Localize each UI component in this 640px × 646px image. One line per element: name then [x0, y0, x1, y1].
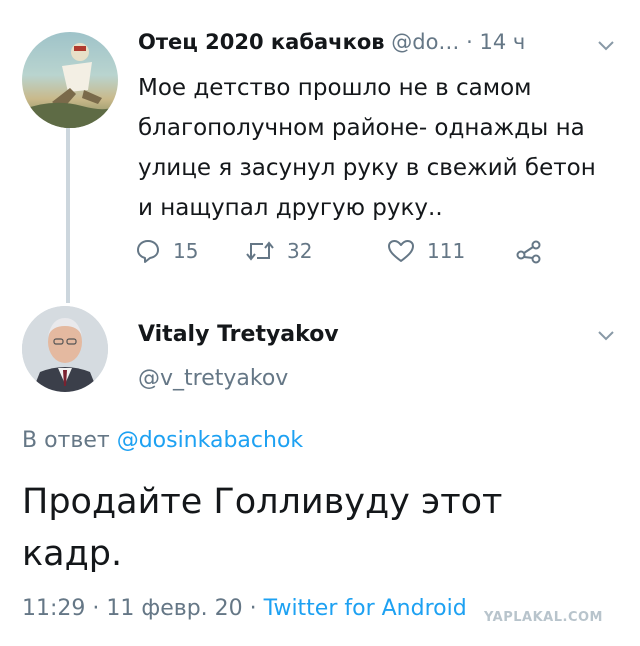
tweet-meta: 11:29 · 11 февр. 20 · Twitter for Androi… [22, 596, 467, 621]
user-handle[interactable]: @v_tretyakov [138, 366, 288, 391]
retweet-count: 32 [287, 239, 313, 263]
like-button[interactable]: 111 [387, 236, 465, 266]
timestamp[interactable]: 14 ч [479, 30, 525, 54]
thread-line [66, 128, 70, 303]
reply-context: В ответ @dosinkabachok [22, 428, 303, 453]
separator: · [92, 596, 100, 621]
separator: · [466, 30, 473, 54]
timestamp[interactable]: 11:29 [22, 596, 85, 621]
client-link[interactable]: Twitter for Android [264, 596, 467, 621]
date[interactable]: 11 февр. 20 [106, 596, 242, 621]
avatar[interactable] [22, 32, 118, 128]
watermark: YAPLAKAL.COM [484, 610, 603, 625]
tweet-header: Отец 2020 кабачков @do… · 14 ч [138, 30, 525, 54]
reply-prefix: В ответ [22, 428, 110, 453]
chevron-down-icon[interactable] [597, 38, 615, 52]
reply-mention-link[interactable]: @dosinkabachok [117, 428, 303, 453]
avatar[interactable] [22, 306, 108, 392]
like-count: 111 [427, 239, 466, 263]
share-button[interactable] [515, 236, 555, 266]
display-name[interactable]: Отец 2020 кабачков [138, 30, 385, 54]
reply-button[interactable]: 15 [135, 236, 198, 266]
reply-count: 15 [173, 239, 199, 263]
separator: · [249, 596, 257, 621]
retweet-icon [246, 241, 274, 261]
share-icon [516, 240, 541, 264]
chevron-down-icon[interactable] [597, 328, 615, 342]
tweet-text: Мое детство прошло не в самом благополуч… [138, 75, 596, 221]
tweet-text: Продайте Голливуду этот кадр. [22, 482, 503, 574]
display-name[interactable]: Vitaly Tretyakov [138, 322, 339, 347]
heart-icon [388, 240, 414, 262]
user-handle[interactable]: @do… [391, 30, 459, 54]
reply-icon [137, 240, 159, 263]
retweet-button[interactable]: 32 [245, 236, 312, 266]
